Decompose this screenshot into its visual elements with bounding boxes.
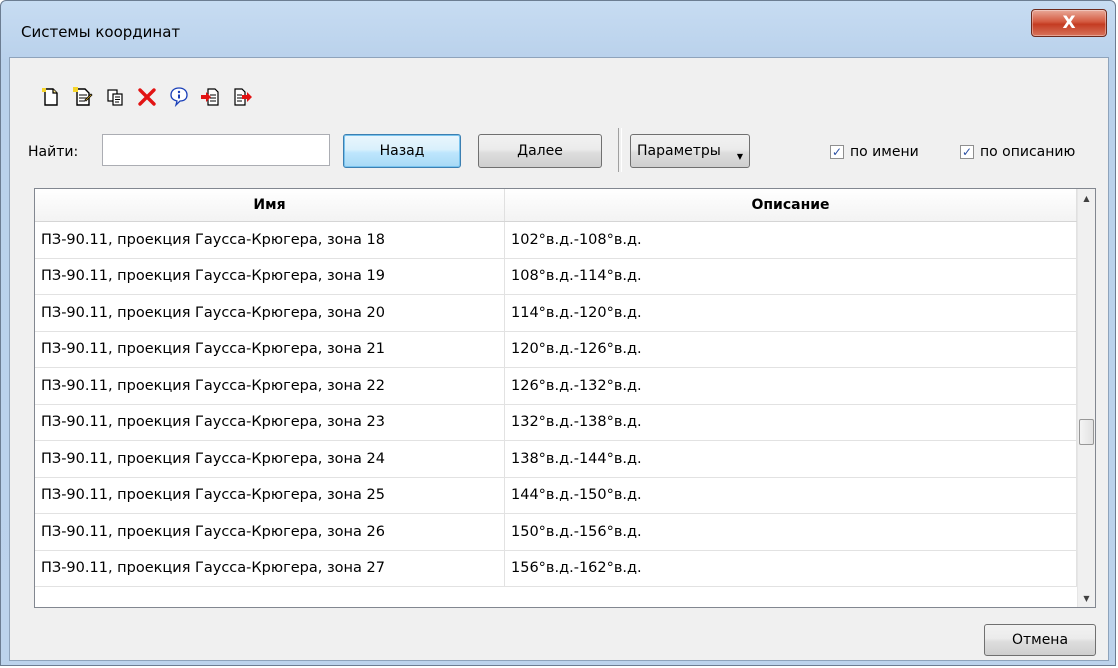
cell-description: 150°в.д.-156°в.д. [505,514,1077,550]
cell-name: ПЗ-90.11, проекция Гаусса-Крюгера, зона … [35,477,505,513]
edit-button[interactable] [72,86,94,108]
coordinate-systems-table: Имя Описание ПЗ-90.11, проекция Гаусса-К… [34,188,1096,608]
table-row[interactable]: ПЗ-90.11, проекция Гаусса-Крюгера, зона … [35,222,1077,259]
close-icon: X [1062,13,1076,33]
cell-description: 120°в.д.-126°в.д. [505,331,1077,367]
delete-icon [138,88,156,106]
checkmark-icon: ✓ [830,145,844,159]
parameters-label: Параметры [637,143,721,159]
scrollbar-thumb[interactable] [1079,419,1094,445]
import-icon [201,88,219,106]
copy-button[interactable] [104,86,126,108]
by-description-checkbox[interactable]: ✓ по описанию [960,144,1075,160]
cancel-button[interactable]: Отмена [984,624,1096,656]
column-header-description[interactable]: Описание [505,189,1077,221]
table-header: Имя Описание [35,189,1077,222]
dropdown-arrow-icon: ▼ [736,152,743,161]
checkmark-icon: ✓ [960,145,974,159]
table-row[interactable]: ПЗ-90.11, проекция Гаусса-Крюгера, зона … [35,441,1077,478]
close-button[interactable]: X [1031,9,1107,37]
parameters-button[interactable]: Параметры ▼ [630,134,750,168]
cell-name: ПЗ-90.11, проекция Гаусса-Крюгера, зона … [35,404,505,440]
cell-description: 138°в.д.-144°в.д. [505,441,1077,477]
dialog-window: Системы координат X Найти: Назад Далее П… [0,0,1116,666]
cell-name: ПЗ-90.11, проекция Гаусса-Крюгера, зона … [35,295,505,331]
new-icon [42,88,58,106]
edit-icon [73,87,93,106]
table-row[interactable]: ПЗ-90.11, проекция Гаусса-Крюгера, зона … [35,514,1077,551]
cell-description: 114°в.д.-120°в.д. [505,295,1077,331]
title-bar: Системы координат X [1,1,1115,53]
toolbar-separator [618,128,622,172]
table-row[interactable]: ПЗ-90.11, проекция Гаусса-Крюгера, зона … [35,368,1077,405]
cell-name: ПЗ-90.11, проекция Гаусса-Крюгера, зона … [35,331,505,367]
dialog-client-area: Найти: Назад Далее Параметры ▼ ✓ по имен… [9,57,1109,661]
by-description-label: по описанию [980,144,1076,160]
info-button[interactable] [168,86,190,108]
back-button[interactable]: Назад [343,134,461,168]
cell-name: ПЗ-90.11, проекция Гаусса-Крюгера, зона … [35,441,505,477]
toolbar [40,86,254,112]
cell-name: ПЗ-90.11, проекция Гаусса-Крюгера, зона … [35,514,505,550]
cell-name: ПЗ-90.11, проекция Гаусса-Крюгера, зона … [35,550,505,586]
table-body: ПЗ-90.11, проекция Гаусса-Крюгера, зона … [35,222,1077,587]
scroll-up-icon[interactable]: ▲ [1078,189,1095,207]
column-header-name[interactable]: Имя [35,189,505,221]
cell-description: 144°в.д.-150°в.д. [505,477,1077,513]
window-title: Системы координат [21,23,181,41]
cell-name: ПЗ-90.11, проекция Гаусса-Крюгера, зона … [35,368,505,404]
table-row[interactable]: ПЗ-90.11, проекция Гаусса-Крюгера, зона … [35,258,1077,295]
find-label: Найти: [28,144,79,160]
cell-name: ПЗ-90.11, проекция Гаусса-Крюгера, зона … [35,258,505,294]
vertical-scrollbar[interactable]: ▲ ▼ [1077,189,1095,607]
cell-description: 132°в.д.-138°в.д. [505,404,1077,440]
table-row[interactable]: ПЗ-90.11, проекция Гаусса-Крюгера, зона … [35,477,1077,514]
cell-description: 108°в.д.-114°в.д. [505,258,1077,294]
by-name-checkbox[interactable]: ✓ по имени [830,144,919,160]
copy-icon [107,89,123,106]
cell-description: 126°в.д.-132°в.д. [505,368,1077,404]
table-row[interactable]: ПЗ-90.11, проекция Гаусса-Крюгера, зона … [35,404,1077,441]
export-button[interactable] [232,86,254,108]
table-row[interactable]: ПЗ-90.11, проекция Гаусса-Крюгера, зона … [35,295,1077,332]
cell-name: ПЗ-90.11, проекция Гаусса-Крюгера, зона … [35,222,505,258]
search-row: Найти: Назад Далее Параметры ▼ ✓ по имен… [10,128,1108,172]
by-name-label: по имени [850,144,919,160]
next-button[interactable]: Далее [478,134,602,168]
cell-description: 156°в.д.-162°в.д. [505,550,1077,586]
import-button[interactable] [200,86,222,108]
search-input[interactable] [102,134,330,166]
export-icon [234,88,252,106]
cell-description: 102°в.д.-108°в.д. [505,222,1077,258]
table-row[interactable]: ПЗ-90.11, проекция Гаусса-Крюгера, зона … [35,550,1077,587]
info-icon [170,87,188,107]
table-row[interactable]: ПЗ-90.11, проекция Гаусса-Крюгера, зона … [35,331,1077,368]
delete-button[interactable] [136,86,158,108]
new-button[interactable] [40,86,62,108]
scroll-down-icon[interactable]: ▼ [1078,589,1095,607]
